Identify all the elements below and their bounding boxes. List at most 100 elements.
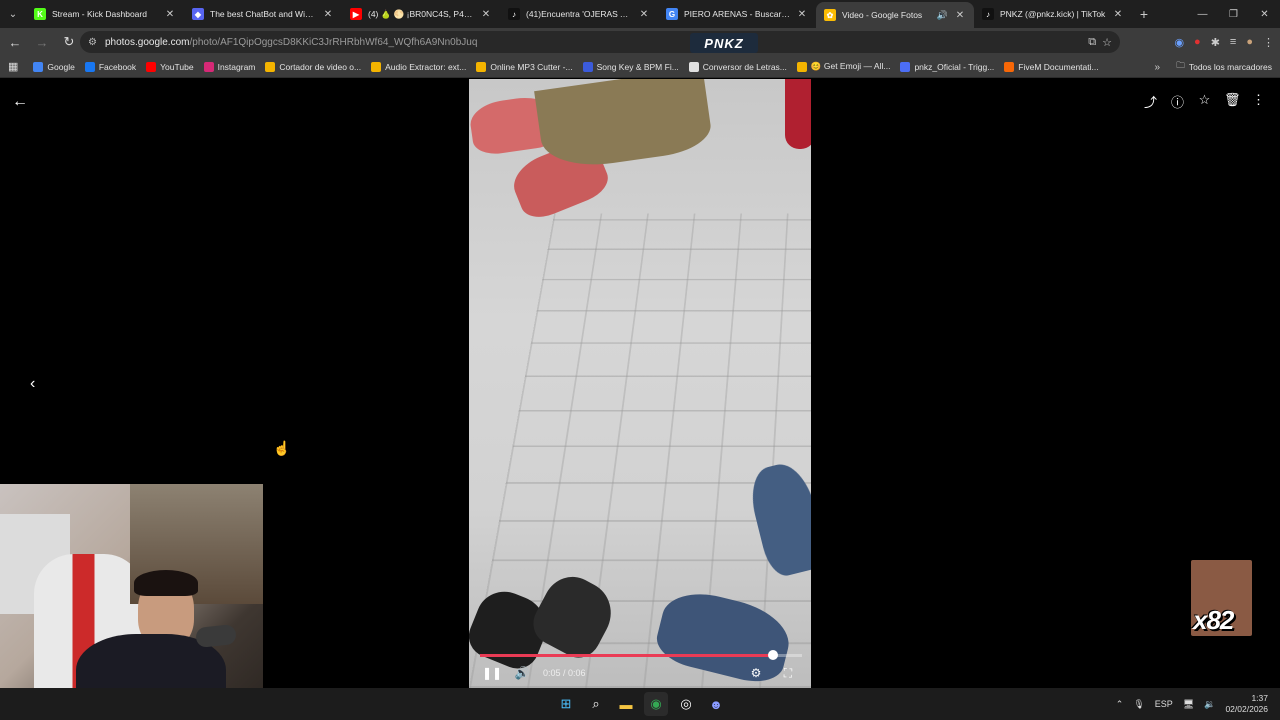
bookmark-favicon-icon <box>84 61 95 72</box>
bookmark-item[interactable]: Facebook <box>80 57 141 77</box>
bookmark-item[interactable]: Conversor de Letras... <box>684 57 792 77</box>
pause-icon[interactable]: ❚❚ <box>481 662 503 684</box>
all-bookmarks-label: Todos los marcadores <box>1188 62 1272 72</box>
bookmark-label: Google <box>47 61 75 72</box>
tab-favicon-icon: ♪ <box>508 8 520 20</box>
tray-overflow-icon[interactable]: ⌃ <box>1116 699 1124 710</box>
url-path: /photo/AF1QipOggcsD8KKiC3JrRHRbhWf64_WQf… <box>189 36 478 48</box>
tab-title: (41)Encuentra 'OJERAS ANTES <box>526 9 632 19</box>
tab-close-icon[interactable]: ✕ <box>322 9 334 20</box>
tab-close-icon[interactable]: ✕ <box>796 9 808 20</box>
reload-icon[interactable]: ↻ <box>57 30 81 54</box>
obs-icon[interactable]: ◎ <box>674 692 698 716</box>
language-indicator[interactable]: ESP <box>1155 699 1173 709</box>
more-options-icon[interactable]: ⋮ <box>1251 92 1266 111</box>
network-icon[interactable]: 🖥 <box>1183 699 1194 710</box>
browser-tab[interactable]: ◆ The best ChatBot and Widgets ✕ <box>184 0 342 28</box>
bookmark-item[interactable]: Song Key & BPM Fi... <box>578 57 684 77</box>
bookmark-item[interactable]: Instagram <box>199 57 261 77</box>
tab-close-icon[interactable]: ✕ <box>1112 9 1124 20</box>
file-explorer-icon[interactable]: ▬ <box>614 692 638 716</box>
profile-avatar-icon[interactable]: ● <box>1246 36 1253 48</box>
viewer-back-arrow-icon[interactable]: ← <box>12 93 28 111</box>
back-icon[interactable]: ← <box>3 30 27 54</box>
bookmark-item[interactable]: Online MP3 Cutter -... <box>471 57 577 77</box>
browser-tab[interactable]: ✿ Video - Google Fotos 🔊 ✕ <box>816 2 974 28</box>
previous-photo-chevron-icon[interactable]: ‹ <box>30 375 35 393</box>
bookmark-favicon-icon <box>203 61 214 72</box>
video-frame[interactable] <box>469 79 811 688</box>
extensions-puzzle-icon[interactable]: ✱ <box>1211 36 1220 49</box>
media-controls-icon[interactable]: ≡ <box>1230 36 1236 48</box>
tabs-container: K Stream - Kick Dashboard ✕ ◆ The best ChatB… <box>26 0 1132 28</box>
tab-close-icon[interactable]: ✕ <box>954 10 966 21</box>
bookmark-item[interactable]: FiveM Documentati... <box>999 57 1103 77</box>
microphone <box>195 623 237 649</box>
bookmark-favicon-icon <box>796 61 807 72</box>
site-info-icon[interactable]: ⚙ <box>88 37 97 48</box>
video-time: 0:05 / 0:06 <box>543 668 586 678</box>
forward-icon[interactable]: → <box>30 30 54 54</box>
restore-icon[interactable]: ❐ <box>1218 0 1249 28</box>
bookmark-item[interactable]: 😊 Get Emoji — All... <box>792 57 896 77</box>
install-app-icon[interactable]: ⧉ <box>1088 36 1096 49</box>
pnkz-logo: PNKZ <box>690 33 758 53</box>
chrome-icon[interactable]: ◉ <box>644 692 668 716</box>
share-icon[interactable]: ⤴ <box>1143 92 1158 111</box>
browser-menu-icon[interactable]: ⋮ <box>1263 36 1274 49</box>
address-bar[interactable]: ⚙ photos.google.com/photo/AF1QipOggcsD8K… <box>80 31 1120 53</box>
bookmark-label: Online MP3 Cutter -... <box>490 61 573 72</box>
fullscreen-icon[interactable]: ⛶ <box>777 662 799 684</box>
bookmark-item[interactable]: Audio Extractor: ext... <box>366 57 471 77</box>
tab-title: PIERO ARENAS - Buscar con Go <box>684 9 790 19</box>
browser-tab[interactable]: ♪ (41)Encuentra 'OJERAS ANTES ✕ <box>500 0 658 28</box>
browser-tab[interactable]: K Stream - Kick Dashboard ✕ <box>26 0 184 28</box>
khaki-pants <box>534 79 714 173</box>
bookmark-item[interactable]: pnkz_Oficial - Trigg... <box>895 57 999 77</box>
discord-icon[interactable]: ☻ <box>704 692 728 716</box>
volume-icon[interactable]: 🔊 <box>511 662 533 684</box>
extension-red-icon[interactable]: ● <box>1194 36 1201 48</box>
speaker-icon[interactable]: 🔉 <box>1204 699 1215 710</box>
apps-grid-icon[interactable]: ▦ <box>8 60 18 73</box>
windows-start-icon[interactable]: ⊞ <box>554 692 578 716</box>
browser-toolbar: ← → ↻ ⚙ photos.google.com/photo/AF1QipOg… <box>0 28 1280 56</box>
bookmark-label: pnkz_Oficial - Trigg... <box>914 61 995 72</box>
close-window-icon[interactable]: ✕ <box>1249 0 1280 28</box>
browser-tabstrip: ⌄ K Stream - Kick Dashboard ✕ ◆ The best Cha… <box>0 0 1280 28</box>
tab-close-icon[interactable]: ✕ <box>480 9 492 20</box>
bookmark-favicon-icon <box>900 61 911 72</box>
tab-close-icon[interactable]: ✕ <box>638 9 650 20</box>
all-bookmarks-folder[interactable]: 🗀 Todos los marcadores <box>1176 56 1272 78</box>
new-tab-button[interactable]: + <box>1132 6 1156 22</box>
bookmark-label: Facebook <box>98 61 137 72</box>
bookmark-item[interactable]: Google <box>28 57 79 77</box>
tab-audio-icon[interactable]: 🔊 <box>937 10 948 21</box>
extension-audio-icon[interactable]: ◉ <box>1174 36 1184 49</box>
bookmark-label: Song Key & BPM Fi... <box>596 61 679 72</box>
tab-title: Video - Google Fotos <box>842 10 923 20</box>
browser-tab[interactable]: ♪ PNKZ (@pnkz.kick) | TikTok ✕ <box>974 0 1132 28</box>
minimize-icon[interactable]: — <box>1187 0 1218 28</box>
bookmark-item[interactable]: YouTube <box>141 57 198 77</box>
bookmark-item[interactable]: Cortador de video o... <box>260 57 366 77</box>
info-icon[interactable]: ⓘ <box>1170 92 1185 111</box>
url-host: photos.google.com <box>104 36 190 48</box>
video-progress-bar[interactable] <box>480 650 802 660</box>
settings-gear-icon[interactable]: ⚙ <box>745 662 767 684</box>
delete-trash-icon[interactable]: 🗑 <box>1224 92 1241 111</box>
bookmarks-overflow-icon[interactable]: » <box>1154 56 1160 78</box>
bookmark-label: Conversor de Letras... <box>702 61 787 72</box>
browser-tab[interactable]: G PIERO ARENAS - Buscar con Go ✕ <box>658 0 816 28</box>
clock[interactable]: 1:37 02/02/2026 <box>1225 693 1268 715</box>
microphone-icon[interactable]: 🎙 <box>1133 699 1144 710</box>
favorite-star-icon[interactable]: ☆ <box>1197 92 1212 111</box>
search-icon[interactable]: ⌕ <box>584 692 608 716</box>
window-controls: — ❐ ✕ <box>1187 0 1280 28</box>
video-scrubber-handle[interactable] <box>768 650 779 660</box>
bookmark-star-icon[interactable]: ☆ <box>1102 36 1112 49</box>
tab-search-chevron-icon[interactable]: ⌄ <box>0 0 26 28</box>
extensions-area: ◉ ● ✱ ≡ ● ⋮ <box>1174 28 1274 56</box>
browser-tab[interactable]: ▶ (4) 🍐 🌕 ¡BR0NC4S, P4RCH4D ✕ <box>342 0 500 28</box>
tab-close-icon[interactable]: ✕ <box>164 9 176 20</box>
